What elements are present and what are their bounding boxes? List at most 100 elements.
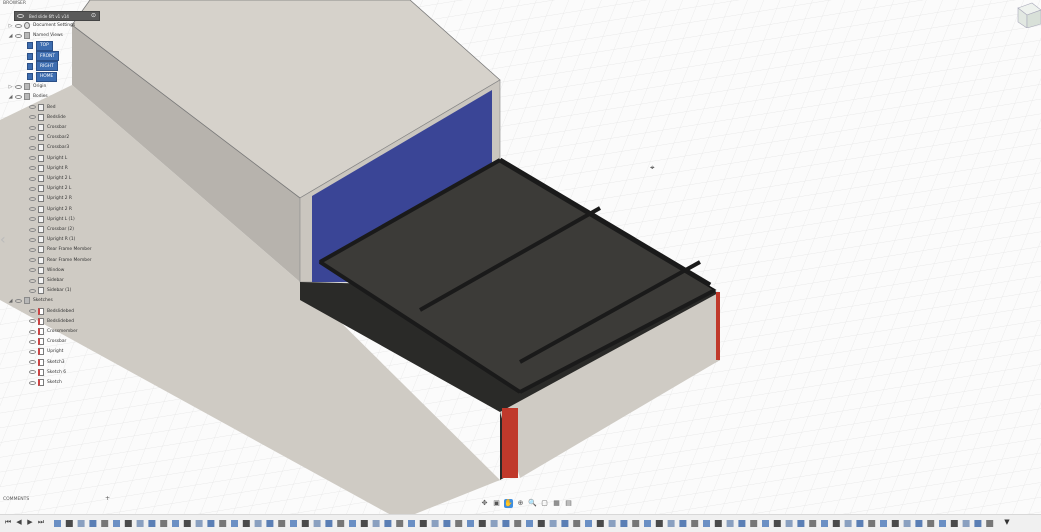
visibility-eye-icon[interactable] bbox=[29, 339, 36, 344]
visibility-eye-icon[interactable] bbox=[29, 288, 36, 293]
nav-tool-button[interactable]: ✥ bbox=[480, 499, 489, 508]
timeline-feature-icon[interactable] bbox=[573, 520, 581, 527]
browser-item[interactable]: RIGHT bbox=[22, 61, 58, 72]
timeline-feature-icon[interactable] bbox=[585, 520, 592, 527]
timeline-feature-icon[interactable] bbox=[620, 520, 628, 527]
timeline-feature-icon[interactable] bbox=[809, 520, 817, 527]
visibility-eye-icon[interactable] bbox=[29, 329, 36, 334]
timeline-feature-icon[interactable] bbox=[195, 520, 203, 527]
timeline-feature-icon[interactable] bbox=[750, 520, 758, 527]
visibility-eye-icon[interactable] bbox=[29, 186, 36, 191]
browser-item[interactable]: Sidebar bbox=[22, 276, 64, 285]
timeline-feature-icon[interactable] bbox=[124, 520, 132, 527]
timeline-feature-icon[interactable] bbox=[868, 520, 876, 527]
timeline-feature-icon[interactable] bbox=[880, 520, 887, 527]
timeline-feature-icon[interactable] bbox=[77, 520, 85, 527]
visibility-eye-icon[interactable] bbox=[29, 207, 36, 212]
timeline-feature-icon[interactable] bbox=[408, 520, 415, 527]
timeline-feature-icon[interactable] bbox=[136, 520, 144, 527]
browser-item[interactable]: TOP bbox=[22, 40, 53, 51]
timeline-previous-button[interactable]: ◀ bbox=[15, 518, 23, 526]
visibility-eye-icon[interactable] bbox=[29, 227, 36, 232]
nav-tool-button[interactable]: ⊕ bbox=[516, 499, 525, 508]
add-comment-button[interactable]: + bbox=[105, 496, 111, 502]
timeline-feature-icon[interactable] bbox=[526, 520, 533, 527]
browser-item[interactable]: Sketch bbox=[22, 378, 62, 387]
timeline-feature-icon[interactable] bbox=[313, 520, 321, 527]
timeline-feature-icon[interactable] bbox=[738, 520, 746, 527]
timeline-feature-icon[interactable] bbox=[254, 520, 262, 527]
timeline-feature-icon[interactable] bbox=[773, 520, 781, 527]
timeline-marker-icon[interactable]: ▼ bbox=[1003, 518, 1011, 526]
browser-item[interactable]: HOME bbox=[22, 71, 58, 82]
timeline-feature-icon[interactable] bbox=[360, 520, 368, 527]
browser-item[interactable]: ▷ Origin bbox=[8, 82, 46, 91]
timeline-feature-icon[interactable] bbox=[301, 520, 309, 527]
timeline-feature-icon[interactable] bbox=[679, 520, 687, 527]
visibility-eye-icon[interactable] bbox=[29, 360, 36, 365]
timeline-feature-icon[interactable] bbox=[396, 520, 404, 527]
timeline-feature-icon[interactable] bbox=[785, 520, 793, 527]
timeline-feature-icon[interactable] bbox=[915, 520, 923, 527]
timeline-feature-icon[interactable] bbox=[219, 520, 227, 527]
timeline-feature-icon[interactable] bbox=[290, 520, 297, 527]
browser-item[interactable]: ◢ Named Views bbox=[8, 31, 63, 40]
browser-item[interactable]: ◢ Bodies bbox=[8, 92, 48, 101]
timeline-track[interactable] bbox=[54, 519, 999, 528]
timeline-feature-icon[interactable] bbox=[726, 520, 734, 527]
browser-item[interactable]: Sketch3 bbox=[22, 358, 65, 367]
nav-tool-button[interactable]: ✋ bbox=[504, 498, 513, 508]
nav-tool-button[interactable]: ▢ bbox=[540, 499, 549, 508]
visibility-eye-icon[interactable] bbox=[29, 380, 36, 385]
timeline-feature-icon[interactable] bbox=[667, 520, 675, 527]
timeline-feature-icon[interactable] bbox=[655, 520, 663, 527]
expand-toggle-icon[interactable]: ▷ bbox=[8, 23, 13, 29]
timeline-feature-icon[interactable] bbox=[514, 520, 522, 527]
visibility-eye-icon[interactable] bbox=[29, 135, 36, 140]
browser-item[interactable]: Crossbar (2) bbox=[22, 225, 74, 234]
timeline-feature-icon[interactable] bbox=[455, 520, 463, 527]
visibility-eye-icon[interactable] bbox=[29, 247, 36, 252]
timeline-feature-icon[interactable] bbox=[974, 520, 982, 527]
timeline-feature-icon[interactable] bbox=[986, 520, 994, 527]
timeline-feature-icon[interactable] bbox=[372, 520, 380, 527]
browser-item[interactable]: Upright 2 R bbox=[22, 205, 72, 214]
timeline-feature-icon[interactable] bbox=[231, 520, 238, 527]
timeline-feature-icon[interactable] bbox=[561, 520, 569, 527]
browser-item[interactable]: Bedslide bbox=[22, 113, 66, 122]
document-node[interactable]: Bed slide 6ft v1 v14 bbox=[14, 11, 100, 21]
timeline-feature-icon[interactable] bbox=[89, 520, 97, 527]
visibility-eye-icon[interactable] bbox=[15, 94, 22, 99]
browser-item[interactable]: Rear Frame Member bbox=[22, 256, 92, 265]
timeline-feature-icon[interactable] bbox=[419, 520, 427, 527]
browser-item[interactable]: Crossbar bbox=[22, 123, 66, 132]
browser-item[interactable]: Sketch 6 bbox=[22, 368, 66, 377]
timeline-feature-icon[interactable] bbox=[596, 520, 604, 527]
timeline-feature-icon[interactable] bbox=[856, 520, 864, 527]
canvas-viewport[interactable] bbox=[0, 0, 1041, 531]
visibility-eye-icon[interactable] bbox=[29, 115, 36, 120]
timeline-feature-icon[interactable] bbox=[891, 520, 899, 527]
visibility-eye-icon[interactable] bbox=[29, 166, 36, 171]
browser-item[interactable]: Upright 2 L bbox=[22, 174, 71, 183]
browser-item[interactable]: Bedslidebed bbox=[22, 317, 74, 326]
browser-item[interactable]: Upright L bbox=[22, 154, 67, 163]
visibility-eye-icon[interactable] bbox=[29, 237, 36, 242]
browser-item[interactable]: Crossmember bbox=[22, 327, 78, 336]
timeline-feature-icon[interactable] bbox=[207, 520, 215, 527]
timeline-feature-icon[interactable] bbox=[821, 520, 828, 527]
timeline-feature-icon[interactable] bbox=[183, 520, 191, 527]
visibility-eye-icon[interactable] bbox=[29, 349, 36, 354]
timeline-feature-icon[interactable] bbox=[160, 520, 168, 527]
timeline-feature-icon[interactable] bbox=[927, 520, 935, 527]
expand-toggle-icon[interactable]: ◢ bbox=[8, 298, 13, 304]
timeline-feature-icon[interactable] bbox=[632, 520, 640, 527]
timeline-feature-icon[interactable] bbox=[101, 520, 109, 527]
visibility-eye-icon[interactable] bbox=[15, 298, 22, 303]
timeline-feature-icon[interactable] bbox=[962, 520, 970, 527]
visibility-eye-icon[interactable] bbox=[29, 278, 36, 283]
timeline-feature-icon[interactable] bbox=[537, 520, 545, 527]
browser-item[interactable]: ▷ Document Settings bbox=[8, 21, 75, 30]
timeline-play-button[interactable]: ▶ bbox=[26, 518, 34, 526]
expand-toggle-icon[interactable]: ◢ bbox=[8, 33, 13, 39]
